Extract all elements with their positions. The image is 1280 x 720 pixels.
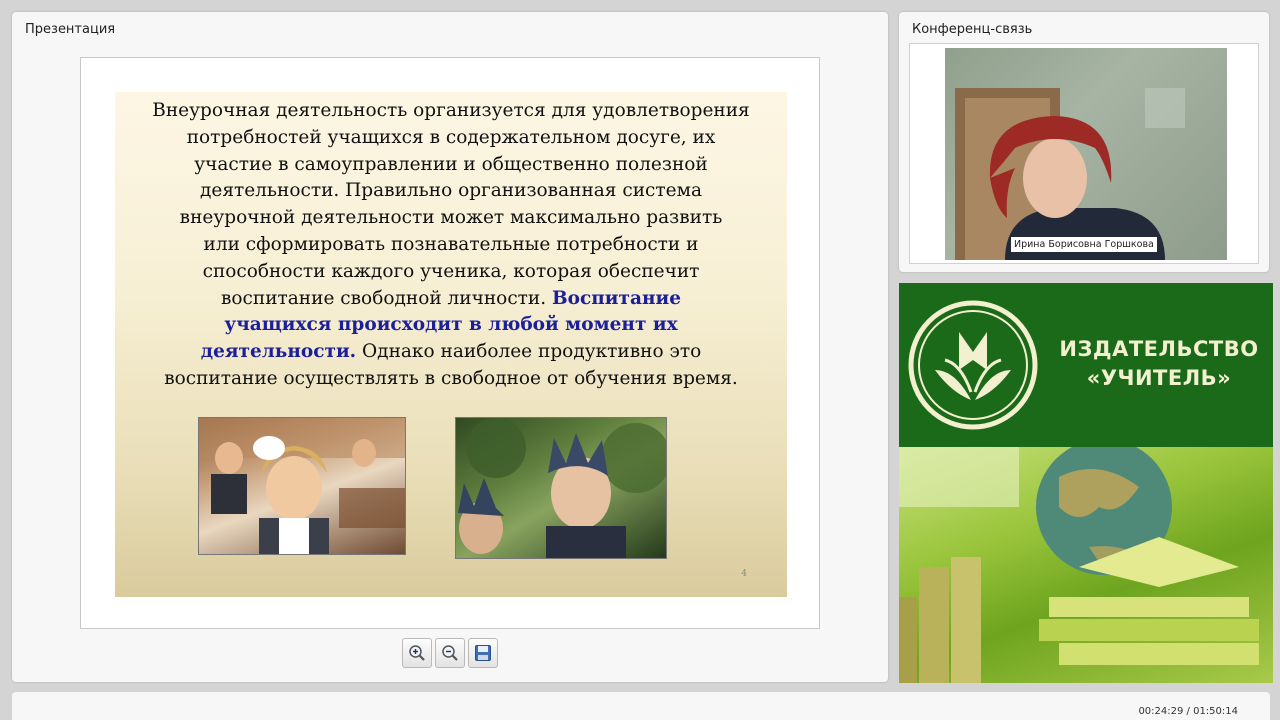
banner-header: ИЗДАТЕЛЬСТВО «УЧИТЕЛЬ» bbox=[899, 283, 1273, 447]
slide-frame: Внеурочная деятельность организуется для… bbox=[80, 57, 820, 629]
slide-line: деятельности. Однако наиболее продуктивн… bbox=[123, 339, 779, 366]
slide-line: воспитание осуществлять в свободное от о… bbox=[164, 367, 738, 389]
zoom-in-button[interactable] bbox=[402, 638, 432, 668]
publisher-logo-icon bbox=[908, 300, 1038, 430]
participant-name: Ирина Борисовна Горшкова bbox=[1011, 237, 1157, 252]
zoom-out-button[interactable] bbox=[435, 638, 465, 668]
floppy-disk-icon bbox=[475, 645, 491, 661]
slide-line: воспитание свободной личности. Воспитани… bbox=[123, 286, 779, 313]
participant-video[interactable]: Ирина Борисовна Горшкова bbox=[945, 48, 1227, 260]
banner-text: ИЗДАТЕЛЬСТВО «УЧИТЕЛЬ» bbox=[1059, 335, 1259, 393]
zoom-in-icon bbox=[409, 645, 425, 661]
slide-line: внеурочной деятельности может максимальн… bbox=[179, 207, 723, 229]
banner-image bbox=[899, 439, 1273, 683]
banner-line: «УЧИТЕЛЬ» bbox=[1086, 366, 1232, 390]
presentation-panel: Презентация Внеурочная деятельность орга… bbox=[12, 12, 888, 682]
children-photo bbox=[455, 417, 667, 559]
slide-text-highlight: деятельности. bbox=[200, 341, 357, 363]
slide-page-number: 4 bbox=[741, 569, 747, 579]
presentation-title: Презентация bbox=[25, 22, 116, 37]
video-frame: Ирина Борисовна Горшкова bbox=[909, 43, 1259, 264]
slide-text-highlight: учащихся происходит в любой момент их bbox=[224, 314, 678, 336]
slide-line: Внеурочная деятельность организуется для… bbox=[152, 100, 750, 121]
slide: Внеурочная деятельность организуется для… bbox=[115, 92, 787, 597]
banner-line: ИЗДАТЕЛЬСТВО bbox=[1059, 337, 1259, 361]
conference-panel: Конференц-связь Ирина Борисовна Горшкова bbox=[899, 12, 1269, 272]
classroom-photo bbox=[198, 417, 406, 555]
conference-title: Конференц-связь bbox=[912, 22, 1033, 37]
slide-line: способности каждого ученика, которая обе… bbox=[202, 260, 700, 282]
slide-line: потребностей учащихся в содержательном д… bbox=[186, 126, 716, 148]
playback-time: 00:24:29 / 01:50:14 bbox=[1138, 706, 1238, 717]
zoom-out-icon bbox=[442, 645, 458, 661]
slide-line: участие в самоуправлении и общественно п… bbox=[194, 153, 708, 175]
slide-text: Внеурочная деятельность организуется для… bbox=[123, 98, 779, 393]
slide-line: деятельности. Правильно организованная с… bbox=[199, 180, 703, 202]
slide-toolbar bbox=[402, 638, 498, 668]
save-button[interactable] bbox=[468, 638, 498, 668]
slide-text-normal: воспитание свободной личности. bbox=[220, 287, 547, 309]
slide-line: или сформировать познавательные потребно… bbox=[203, 233, 699, 255]
slide-line: учащихся происходит в любой момент их bbox=[123, 312, 779, 339]
playback-bar: 00:24:29 / 01:50:14 bbox=[12, 692, 1270, 720]
publisher-banner[interactable]: ИЗДАТЕЛЬСТВО «УЧИТЕЛЬ» bbox=[899, 283, 1273, 683]
slide-text-normal: Однако наиболее продуктивно это bbox=[362, 341, 702, 363]
slide-text-highlight: Воспитание bbox=[552, 287, 682, 309]
